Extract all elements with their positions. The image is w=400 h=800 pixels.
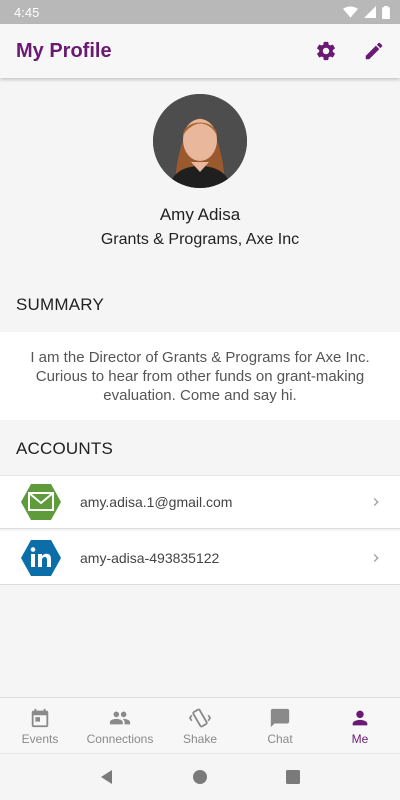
- calendar-icon: [31, 708, 49, 727]
- people-icon: [109, 711, 131, 724]
- page-title: My Profile: [16, 39, 112, 62]
- back-button[interactable]: [95, 765, 119, 789]
- chevron-right-icon: [373, 553, 379, 562]
- account-label: amy.adisa.1@gmail.com: [80, 494, 233, 510]
- nav-item-shake[interactable]: Shake: [160, 698, 240, 754]
- system-nav-bar: [0, 753, 400, 800]
- linkedin-icon: [21, 539, 61, 576]
- nav-label: Events: [21, 731, 59, 746]
- edit-button[interactable]: [362, 39, 386, 63]
- chevron-right-icon: [373, 498, 379, 506]
- accounts-heading: ACCOUNTS: [16, 439, 113, 458]
- status-time: 4:45: [14, 4, 40, 20]
- app-bar: My Profile: [0, 24, 400, 78]
- wifi-icon: [343, 6, 358, 18]
- home-button[interactable]: [188, 765, 212, 789]
- account-row-email[interactable]: amy.adisa.1@gmail.com: [0, 475, 400, 529]
- nav-label: Shake: [182, 731, 218, 746]
- settings-button[interactable]: [314, 39, 338, 63]
- profile-name: Amy Adisa: [159, 205, 241, 224]
- bottom-nav: Events Connections Shake Chat Me: [0, 697, 400, 754]
- nav-label: Me: [351, 731, 369, 746]
- gear-icon: [317, 41, 335, 61]
- account-label: amy-adisa-493835122: [80, 549, 220, 566]
- account-row-linkedin[interactable]: amy-adisa-493835122: [0, 531, 400, 585]
- summary-text: I am the Director of Grants & Programs f…: [30, 348, 370, 404]
- profile-photo: [153, 94, 247, 188]
- app-bar-actions: [314, 39, 386, 63]
- profile-role: Grants & Programs, Axe Inc: [100, 231, 300, 248]
- avatar: [153, 94, 247, 188]
- email-icon: [21, 484, 61, 520]
- nav-item-chat[interactable]: Chat: [240, 698, 320, 754]
- battery-icon: [382, 5, 390, 19]
- summary-heading: SUMMARY: [16, 295, 104, 314]
- status-bar: 4:45: [0, 0, 400, 24]
- nav-label: Chat: [267, 731, 293, 746]
- recents-square-icon: [286, 770, 301, 784]
- person-icon: [352, 710, 368, 725]
- nav-item-me[interactable]: Me: [320, 698, 400, 754]
- chat-icon: [270, 708, 290, 727]
- nav-label: Connections: [86, 731, 154, 746]
- nav-item-connections[interactable]: Connections: [80, 698, 160, 754]
- signal-icon: [364, 6, 376, 18]
- summary-box: I am the Director of Grants & Programs f…: [0, 332, 400, 420]
- recents-button[interactable]: [281, 765, 305, 789]
- pencil-icon: [365, 42, 383, 60]
- status-icons: [343, 5, 390, 19]
- nav-item-events[interactable]: Events: [0, 698, 80, 754]
- back-triangle-icon: [100, 770, 112, 784]
- home-circle-icon: [192, 770, 207, 784]
- shake-icon: [189, 708, 211, 727]
